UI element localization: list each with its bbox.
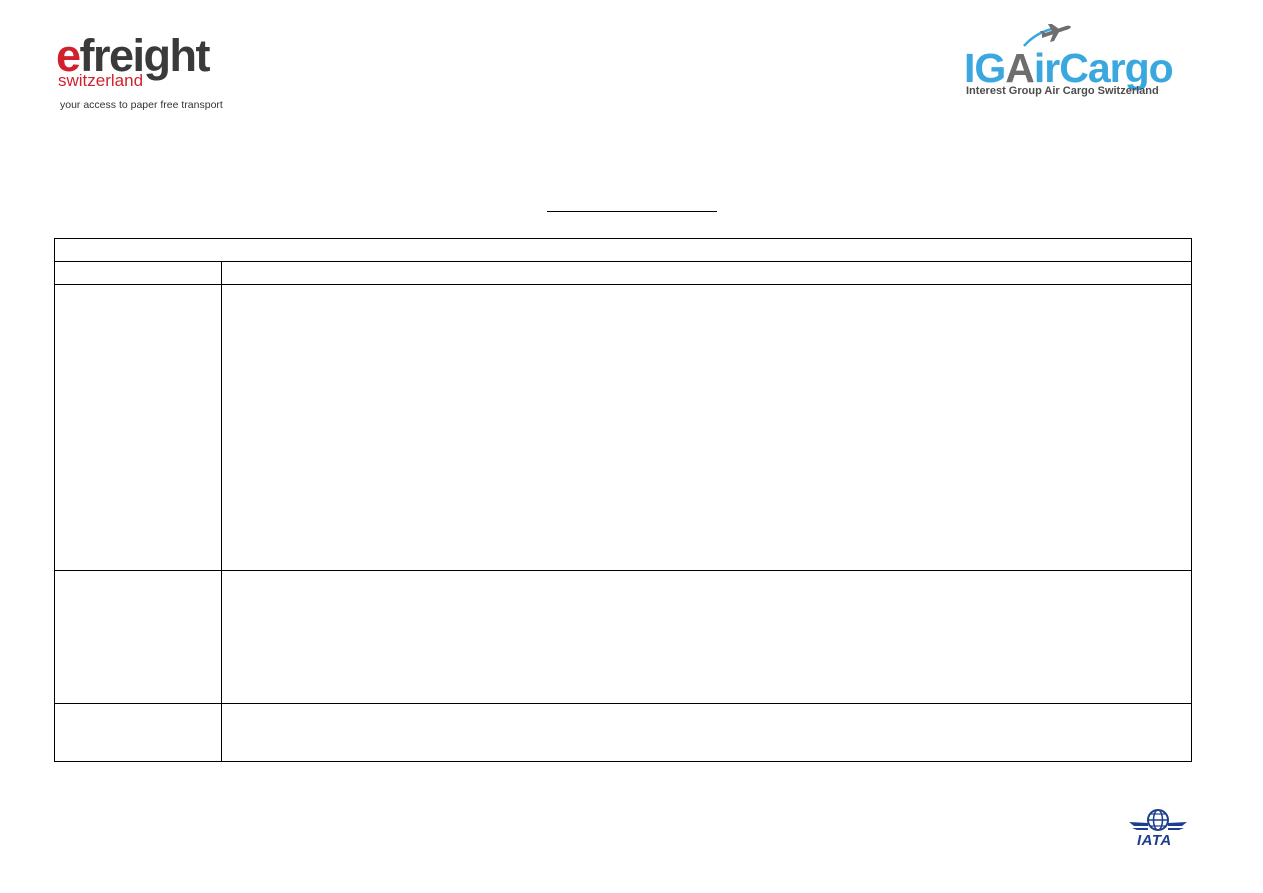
table-row <box>54 284 1192 571</box>
table-label-cell <box>54 570 222 704</box>
table-row <box>54 261 1192 285</box>
efreight-logo: efreight switzerland your access to pape… <box>56 32 226 114</box>
table-value-cell <box>221 703 1192 762</box>
table-row <box>54 703 1192 762</box>
table-value-cell <box>221 284 1192 571</box>
efreight-tagline: your access to paper free transport <box>60 99 223 111</box>
table-label-cell <box>54 284 222 571</box>
table-value-cell <box>221 261 1192 285</box>
efreight-region: switzerland <box>58 71 144 90</box>
title-underline <box>547 211 717 212</box>
form-table <box>54 238 1192 762</box>
table-label-cell <box>54 261 222 285</box>
iata-logo: IATA <box>1128 808 1188 850</box>
table-label-cell <box>54 703 222 762</box>
table-header-cell <box>54 238 1192 262</box>
table-value-cell <box>221 570 1192 704</box>
iata-wordmark: IATA <box>1137 832 1172 849</box>
igaircargo-subtitle: Interest Group Air Cargo Switzerland <box>966 85 1159 97</box>
igaircargo-logo: IGAirCargo Interest Group Air Cargo Swit… <box>964 22 1220 100</box>
table-row <box>54 570 1192 704</box>
table-header-row <box>54 238 1192 262</box>
